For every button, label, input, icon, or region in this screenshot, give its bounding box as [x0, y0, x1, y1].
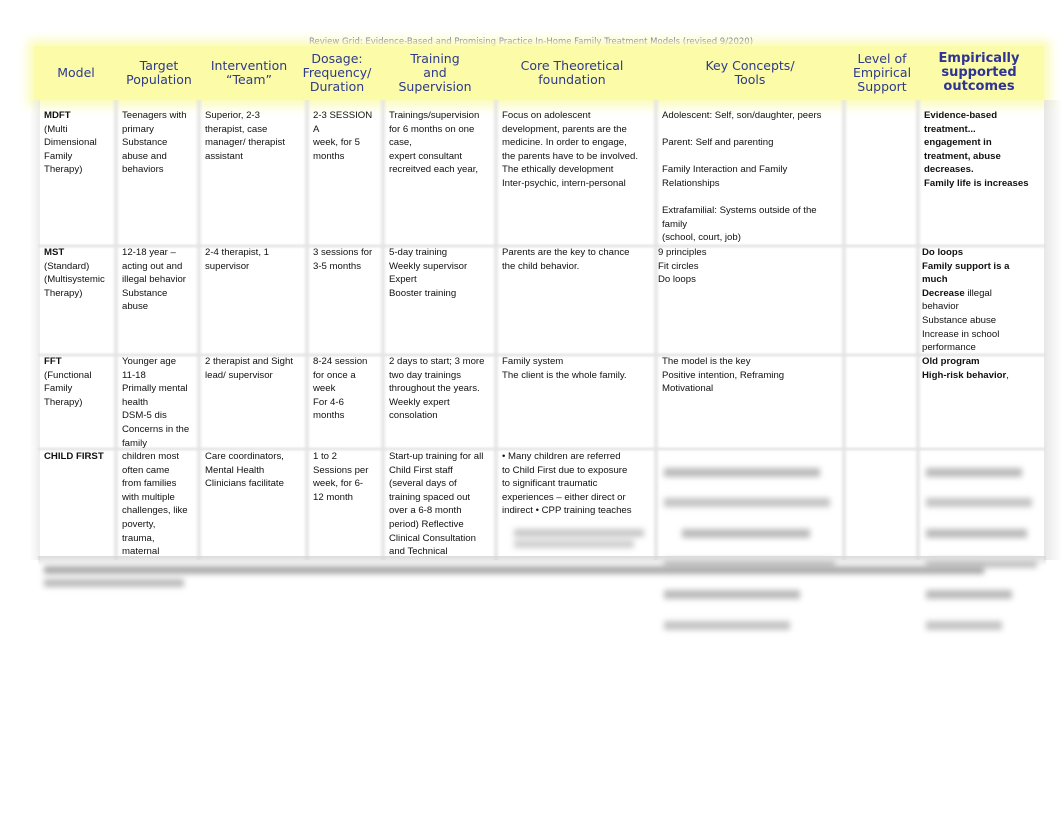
model-name: FFT — [44, 356, 62, 367]
outcomes-bold: Old program High-risk behavior — [922, 356, 1007, 381]
header-training-supervision: Training and Supervision — [398, 51, 472, 94]
table-row-mst: MST (Standard) (Multisystemic Therapy) 12… — [38, 243, 1046, 353]
footnote-obscured — [44, 566, 1004, 587]
cell-dosage: 1 to 2 Sessions per week, for 6- 12 mont… — [313, 451, 369, 503]
obscured-line — [682, 528, 810, 538]
model-name: MDFT — [44, 110, 71, 121]
header-dosage: Dosage: Frequency/ Duration — [302, 51, 372, 94]
cell-dosage: 8-24 session for once a week For 4-6 mon… — [313, 356, 368, 422]
cell-model: MST (Standard) (Multisystemic Therapy) — [38, 243, 116, 352]
cell-outcomes: Do loops Family support is a much Decrea… — [918, 243, 1046, 353]
cell-intervention-team: Superior, 2-3 therapist, case manager/ t… — [205, 110, 285, 162]
cell-outcomes-obscured — [918, 447, 1046, 630]
cell-training: Start-up training for all Child First st… — [389, 451, 484, 558]
table-header: Model Target Population Intervention “Te… — [34, 46, 1044, 100]
table-shadow-right — [1044, 100, 1062, 560]
header-key-concepts: Key Concepts/ Tools — [705, 58, 795, 87]
outcomes-bold: Evidence-based treatment... engagement i… — [924, 110, 1029, 189]
obscured-line — [514, 540, 634, 548]
model-name: MST — [44, 247, 65, 258]
cell-dosage: 3 sessions for 3-5 months — [313, 247, 373, 272]
cell-intervention-team: 2-4 therapist, 1 supervisor — [205, 247, 269, 272]
header-level-empirical: Level of Empirical Support — [852, 51, 912, 94]
cell-level-support — [844, 243, 918, 352]
cell-core-theory: Parents are the key to chance the child … — [502, 247, 630, 272]
cell-key-concepts: Adolescent: Self, son/daughter, peers Pa… — [662, 110, 822, 244]
cell-model: CHILD FIRST — [38, 447, 116, 557]
obscured-line — [926, 498, 1032, 508]
cell-training: Trainings/supervision for 6 months on on… — [389, 110, 480, 176]
obscured-line — [44, 566, 984, 574]
table-row-mdft: MDFT (Multi Dimensional Family Therapy) T… — [38, 106, 1046, 243]
cell-intervention-team: Care coordinators, Mental Health Clinici… — [205, 451, 284, 490]
model-name: CHILD FIRST — [44, 451, 104, 462]
obscured-line — [664, 498, 830, 508]
obscured-line — [664, 620, 790, 630]
obscured-line — [926, 589, 1012, 599]
header-intervention-team: Intervention “Team” — [210, 58, 288, 87]
cell-core-theory: Family system The client is the whole fa… — [502, 356, 627, 381]
table-shadow-bottom — [38, 556, 1046, 566]
cell-level-support — [844, 352, 918, 447]
obscured-line — [926, 620, 1002, 630]
header-empirical-outcomes: Empirically supported outcomes — [938, 51, 1020, 94]
model-description: (Multi Dimensional Family Therapy) — [44, 123, 97, 176]
cell-target-population: children most often came from families w… — [122, 451, 188, 558]
cell-core-theory: Focus on adolescent development, parents… — [502, 110, 639, 189]
cell-level-support — [844, 106, 918, 243]
cell-target-population: 12-18 year – acting out and illegal beha… — [122, 247, 186, 313]
model-description: (Standard) (Multisystemic Therapy) — [44, 260, 105, 299]
header-model: Model — [57, 65, 95, 80]
obscured-line — [514, 529, 644, 537]
cell-model: MDFT (Multi Dimensional Family Therapy) — [38, 106, 116, 243]
review-grid-table: MDFT (Multi Dimensional Family Therapy) T… — [38, 106, 1046, 630]
core-obscured-continuation — [514, 526, 654, 551]
obscured-line — [664, 467, 820, 477]
obscured-line — [44, 579, 184, 587]
cell-target-population: Teenagers with primary Substance abuse a… — [122, 110, 187, 176]
obscured-line — [926, 528, 1027, 538]
cell-intervention-team: 2 therapist and Sight lead/ supervisor — [205, 356, 294, 381]
header-target-population: Target Population — [126, 58, 192, 87]
cell-key-concepts: 9 principles Fit circles Do loops — [658, 247, 707, 286]
cell-target-population: Younger age 11-18 Primally mental health… — [122, 356, 190, 449]
model-description: (Functional Family Therapy) — [44, 369, 92, 408]
cell-dosage: 2-3 SESSION A week, for 5 months — [313, 110, 373, 162]
obscured-line — [664, 589, 800, 599]
obscured-line — [926, 467, 1022, 477]
cell-level-support — [844, 447, 918, 557]
cell-training: 2 days to start; 3 more two day training… — [389, 356, 485, 422]
cell-outcomes: Old program High-risk behavior, — [918, 352, 1046, 447]
cell-outcomes: Evidence-based treatment... engagement i… — [918, 106, 1046, 243]
cell-training: 5-day training Weekly supervisor Expert … — [389, 247, 468, 299]
cell-key-concepts-obscured — [656, 447, 844, 630]
cell-model: FFT (Functional Family Therapy) — [38, 352, 116, 447]
table-row-fft: FFT (Functional Family Therapy) Younger a… — [38, 352, 1046, 449]
cell-key-concepts: The model is the key Positive intention,… — [662, 356, 785, 395]
header-core-theoretical: Core Theoretical foundation — [520, 58, 624, 87]
outcomes-text: , — [1006, 369, 1009, 381]
